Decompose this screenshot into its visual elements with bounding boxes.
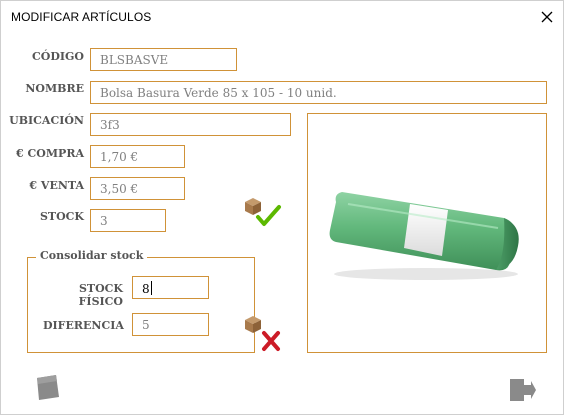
codigo-label: CÓDIGO — [32, 50, 84, 63]
consolidar-stock-legend: Consolidar stock — [36, 249, 148, 262]
exit-door-icon — [510, 379, 536, 401]
stock-label: STOCK — [39, 210, 84, 223]
close-button[interactable] — [534, 5, 560, 29]
stock-fisico-label: STOCK FÍSICO — [78, 282, 123, 308]
stock-fisico-value: 8 — [142, 282, 150, 296]
precio-venta-field[interactable]: 3,50 € — [90, 177, 185, 200]
exit-button[interactable] — [509, 377, 537, 403]
modify-articles-dialog: MODIFICAR ARTÍCULOS CÓDIGO BLSBASVE NOMB… — [0, 0, 564, 415]
diferencia-field: 5 — [132, 313, 209, 336]
close-icon — [541, 11, 553, 23]
green-garbage-bag-roll-image — [329, 192, 519, 280]
box-cross-icon — [245, 316, 280, 351]
text-cursor — [150, 281, 152, 295]
bottom-left-button[interactable] — [34, 373, 62, 401]
ubicacion-field[interactable]: 3f3 — [90, 113, 291, 136]
title-bar: MODIFICAR ARTÍCULOS — [1, 1, 563, 33]
ubicacion-label: UBICACIÓN — [9, 114, 84, 127]
gray-square-icon — [37, 375, 59, 400]
reject-stock-button[interactable] — [242, 313, 284, 353]
nombre-label: NOMBRE — [25, 82, 84, 95]
nombre-field[interactable]: Bolsa Basura Verde 85 x 105 - 10 unid. — [90, 81, 547, 104]
window-title: MODIFICAR ARTÍCULOS — [11, 10, 152, 24]
codigo-field[interactable]: BLSBASVE — [90, 48, 237, 71]
stock-fisico-input[interactable]: 8 — [132, 276, 209, 299]
accept-stock-button[interactable] — [242, 194, 284, 232]
box-check-icon — [245, 198, 281, 226]
precio-compra-field[interactable]: 1,70 € — [90, 145, 185, 168]
precio-venta-label: € VENTA — [29, 179, 84, 192]
diferencia-label: DIFERENCIA — [43, 319, 124, 332]
stock-field[interactable]: 3 — [90, 209, 166, 232]
precio-compra-label: € COMPRA — [16, 147, 84, 160]
product-image-frame — [307, 113, 547, 353]
